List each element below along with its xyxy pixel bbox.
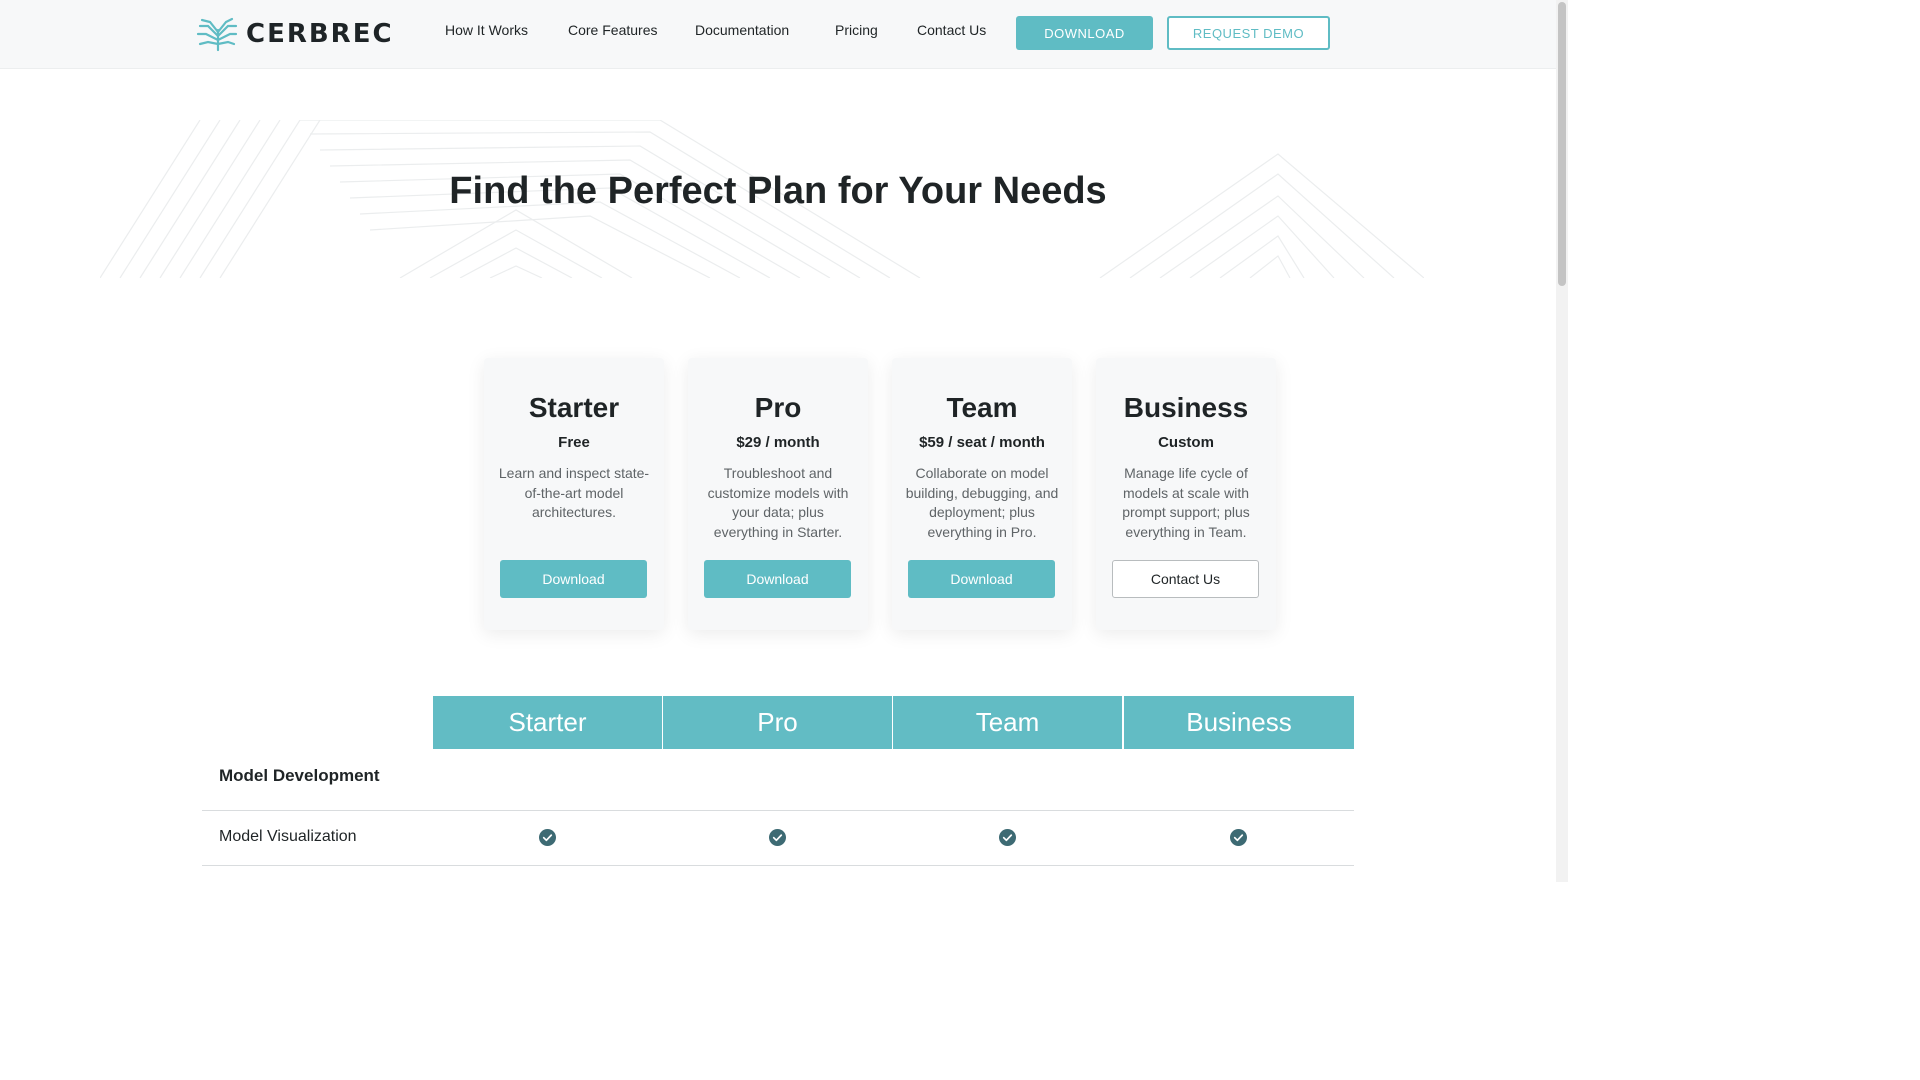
brand-logo[interactable]: CERBREC xyxy=(196,16,394,52)
check-circle-icon xyxy=(999,829,1016,846)
row-divider xyxy=(202,865,1354,866)
brand-wordmark: CERBREC xyxy=(246,19,394,49)
nav-contact-us[interactable]: Contact Us xyxy=(917,22,986,38)
page-title: Find the Perfect Plan for Your Needs xyxy=(449,170,1107,212)
plan-card-team: Team $59 / seat / month Collaborate on m… xyxy=(892,358,1072,630)
plan-card-pro: Pro $29 / month Troubleshoot and customi… xyxy=(688,358,868,630)
page-scrollbar[interactable] xyxy=(1556,0,1568,882)
download-button[interactable]: DOWNLOAD xyxy=(1016,16,1153,50)
plan-name: Pro xyxy=(754,392,802,423)
plan-card-business: Business Custom Manage life cycle of mod… xyxy=(1096,358,1276,630)
team-download-button[interactable]: Download xyxy=(908,560,1055,598)
nav-documentation[interactable]: Documentation xyxy=(695,22,789,38)
check-circle-icon xyxy=(1230,829,1247,846)
request-demo-button[interactable]: REQUEST DEMO xyxy=(1167,16,1330,50)
plan-price: $59 / seat / month xyxy=(919,434,1045,451)
plan-description: Learn and inspect state-of-the-art model… xyxy=(498,465,650,521)
plan-name: Starter xyxy=(528,392,620,423)
scrollbar-thumb[interactable] xyxy=(1558,2,1566,286)
plan-card-starter: Starter Free Learn and inspect state-of-… xyxy=(484,358,664,630)
plan-name: Team xyxy=(946,392,1018,423)
section-model-development: Model Development xyxy=(219,766,380,785)
comparison-header-pro: Pro xyxy=(663,696,892,749)
site-header: CERBREC How It Works Core Features Docum… xyxy=(0,0,1556,69)
comparison-header-team: Team xyxy=(893,696,1122,749)
check-circle-icon xyxy=(539,829,556,846)
nav-core-features[interactable]: Core Features xyxy=(568,22,657,38)
check-circle-icon xyxy=(769,829,786,846)
plan-description: Troubleshoot and customize models with y… xyxy=(707,465,849,540)
plan-description: Collaborate on model building, debugging… xyxy=(905,465,1059,540)
plan-price: Free xyxy=(558,434,590,451)
row-divider xyxy=(202,810,1354,811)
nav-how-it-works[interactable]: How It Works xyxy=(445,22,528,38)
starter-download-button[interactable]: Download xyxy=(500,560,647,598)
feature-name: Model Visualization xyxy=(219,828,357,845)
nav-pricing[interactable]: Pricing xyxy=(835,22,878,38)
plan-price: Custom xyxy=(1158,434,1214,451)
comparison-header-starter: Starter xyxy=(433,696,662,749)
plan-price: $29 / month xyxy=(736,434,820,451)
circuit-tree-icon xyxy=(196,17,238,52)
plan-description: Manage life cycle of models at scale wit… xyxy=(1122,465,1250,540)
plan-name: Business xyxy=(1123,392,1249,423)
comparison-header-business: Business xyxy=(1124,696,1354,749)
pro-download-button[interactable]: Download xyxy=(704,560,851,598)
business-contact-button[interactable]: Contact Us xyxy=(1112,560,1259,598)
